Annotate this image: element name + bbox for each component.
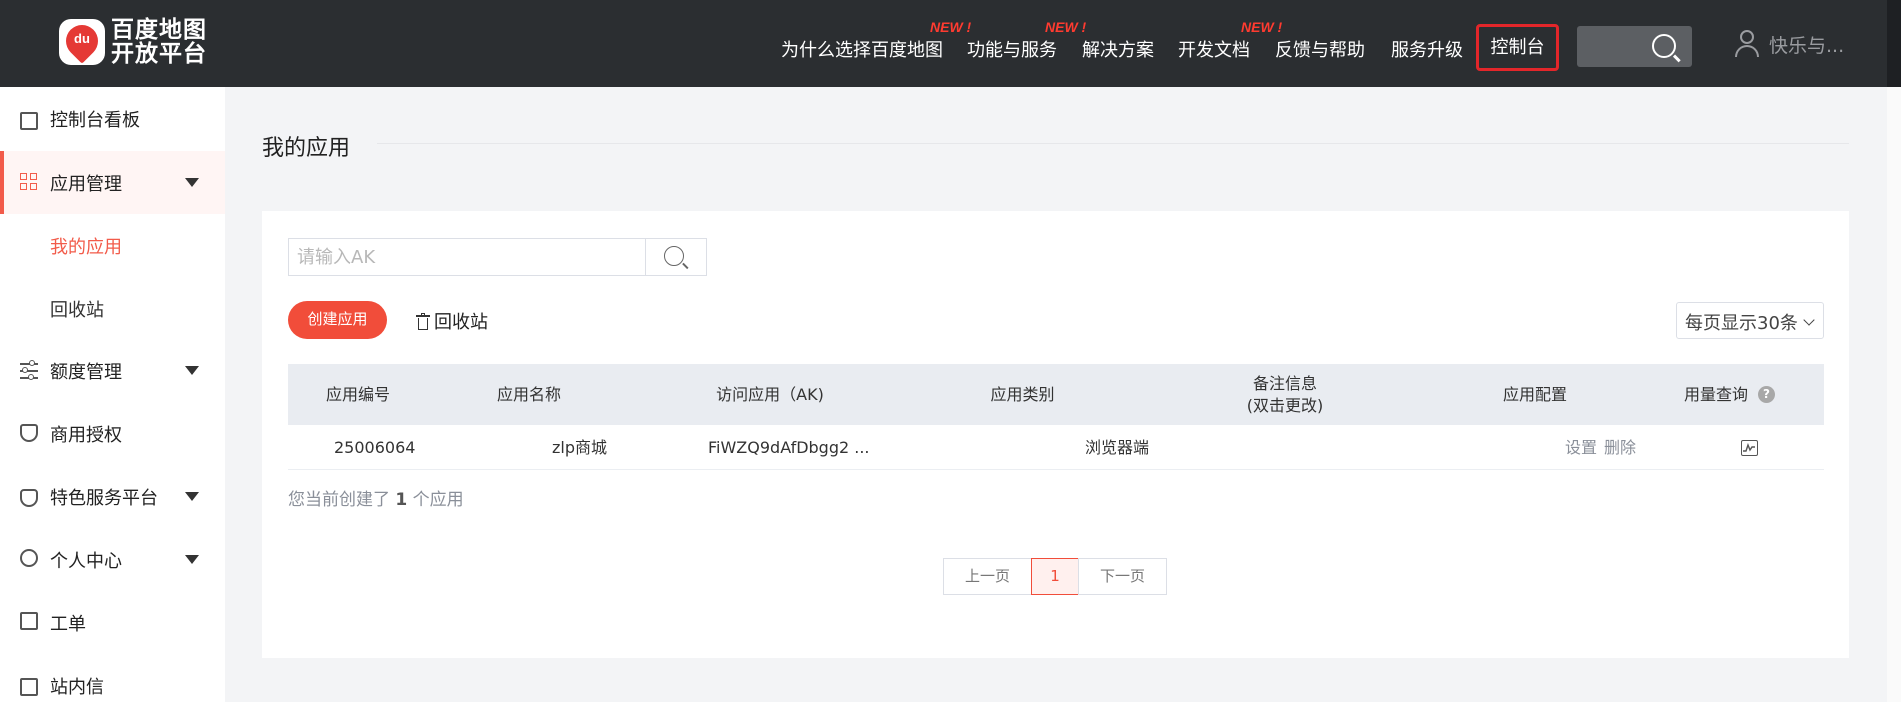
sidebar-item-label: 应用管理 (50, 173, 122, 195)
count-prefix: 您当前创建了 (288, 490, 390, 510)
mail-icon (20, 678, 38, 696)
sidebar-item-messages[interactable]: 站内信 (0, 654, 225, 702)
clipboard-icon (20, 612, 38, 630)
column-header: 应用名称 (496, 384, 561, 404)
column-header-remarks: 备注信息 (双击更改) (1135, 364, 1435, 425)
current-page-button[interactable]: 1 (1031, 558, 1079, 595)
sidebar-item-tickets[interactable]: 工单 (0, 591, 225, 654)
nav-features-services[interactable]: 功能与服务 (967, 36, 1057, 62)
logo-badge-text: du (74, 31, 90, 46)
sidebar-item-quota[interactable]: 额度管理 (0, 339, 225, 402)
search-icon (664, 246, 684, 266)
page-title: 我的应用 (262, 136, 351, 161)
nav-new-badge: NEW ! (930, 19, 972, 35)
scrollbar[interactable] (1887, 0, 1901, 87)
recycle-bin-button[interactable]: 回收站 (416, 308, 488, 334)
sidebar-item-label: 控制台看板 (50, 109, 140, 131)
logo-badge-icon: du (59, 18, 105, 65)
logo-line-1: 百度地图 (111, 17, 207, 43)
trash-icon (416, 312, 430, 330)
nav-new-badge: NEW ! (1045, 19, 1087, 35)
nav-feedback-help[interactable]: 反馈与帮助 (1275, 36, 1365, 62)
prev-page-button[interactable]: 上一页 (943, 558, 1032, 595)
nav-dev-docs[interactable]: 开发文档 (1178, 36, 1250, 62)
app-name-cell: zlp商城 (552, 438, 608, 457)
caret-down-icon (185, 178, 199, 187)
nav-solutions[interactable]: 解决方案 (1082, 36, 1154, 62)
sidebar-subitem-my-apps[interactable]: 我的应用 (50, 233, 122, 259)
user-icon (1735, 30, 1759, 58)
sidebar-item-label: 特色服务平台 (50, 487, 158, 509)
sidebar-item-dashboard[interactable]: 控制台看板 (0, 87, 225, 150)
count-value: 1 (395, 490, 408, 510)
nav-new-badge: NEW ! (1241, 19, 1283, 35)
sidebar-item-label: 额度管理 (50, 361, 122, 383)
column-header-usage: 用量查询 ? (1635, 364, 1824, 425)
caret-down-icon (185, 366, 199, 375)
person-icon (20, 549, 38, 567)
count-suffix: 个应用 (412, 490, 464, 510)
search-icon (1652, 34, 1676, 58)
column-header: 用量查询 (1683, 384, 1748, 404)
ak-search-input[interactable] (288, 238, 646, 276)
app-count-summary: 您当前创建了 1 个应用 (288, 485, 464, 510)
sidebar-item-commercial-license[interactable]: 商用授权 (0, 402, 225, 465)
title-divider (377, 143, 1849, 144)
sliders-icon (20, 360, 38, 380)
sidebar-item-label: 工单 (50, 613, 86, 635)
help-icon[interactable]: ? (1758, 386, 1775, 403)
app-id-cell: 25006064 (334, 438, 416, 457)
nav-service-upgrade[interactable]: 服务升级 (1391, 36, 1463, 62)
sidebar-item-label: 站内信 (50, 676, 104, 698)
logo-line-2: 开放平台 (111, 41, 207, 67)
sidebar-item-label: 个人中心 (50, 550, 122, 572)
diamond-icon (20, 489, 38, 507)
app-ak-cell[interactable]: FiWZQ9dAfDbgg2 ... (708, 425, 870, 470)
settings-link[interactable]: 设置 (1565, 425, 1597, 470)
nav-console-button[interactable]: 控制台 (1476, 24, 1559, 71)
chevron-down-icon (1803, 314, 1815, 326)
user-menu[interactable]: 快乐与... (1735, 30, 1844, 58)
top-navigation-bar: du 百度地图 开放平台 为什么选择百度地图 NEW ! 功能与服务 NEW !… (0, 0, 1901, 87)
sidebar-item-app-management[interactable]: 应用管理 (0, 151, 225, 214)
sidebar-subitem-recycle-bin[interactable]: 回收站 (50, 296, 104, 322)
column-header: 应用编号 (325, 384, 390, 404)
column-header: 应用配置 (1502, 384, 1567, 404)
app-category-cell: 浏览器端 (1085, 438, 1150, 457)
recycle-bin-label: 回收站 (434, 312, 488, 333)
caret-down-icon (185, 555, 199, 564)
sidebar-item-label: 商用授权 (50, 424, 122, 446)
per-page-value: 每页显示30条 (1685, 313, 1798, 334)
column-header: 应用类别 (990, 384, 1055, 404)
table-header: 应用编号 应用名称 访问应用（AK) 应用类别 备注信息 (双击更改) 应用配置… (288, 364, 1824, 425)
column-header-hint: (双击更改) (1246, 395, 1324, 415)
next-page-button[interactable]: 下一页 (1078, 558, 1167, 595)
caret-down-icon (185, 492, 199, 501)
pagination: 上一页 1 下一页 (943, 558, 1167, 595)
table-row: 25006064 zlp商城 FiWZQ9dAfDbgg2 ... 浏览器端 设… (288, 425, 1824, 470)
scrollbar-track[interactable] (1887, 87, 1901, 702)
baidu-map-logo[interactable]: du 百度地图 开放平台 (59, 18, 207, 66)
sidebar-item-featured-services[interactable]: 特色服务平台 (0, 465, 225, 528)
column-header: 备注信息 (1252, 373, 1317, 393)
create-app-button[interactable]: 创建应用 (288, 301, 387, 339)
sidebar-item-personal-center[interactable]: 个人中心 (0, 528, 225, 591)
logo-text: 百度地图 开放平台 (111, 18, 207, 66)
column-header: 访问应用（AK) (716, 384, 824, 404)
shield-icon (20, 424, 38, 442)
user-name: 快乐与... (1769, 34, 1845, 57)
sidebar: 控制台看板 应用管理 我的应用 回收站 额度管理 商用授权 特色服务平台 个人中… (0, 87, 225, 702)
nav-why-baidu-map[interactable]: 为什么选择百度地图 (781, 36, 943, 62)
header-search-button[interactable] (1577, 26, 1692, 67)
grid-icon (20, 173, 38, 191)
per-page-select[interactable]: 每页显示30条 (1676, 302, 1824, 339)
usage-chart-icon[interactable] (1741, 440, 1758, 456)
dashboard-card-icon (20, 112, 38, 130)
delete-link[interactable]: 删除 (1604, 425, 1636, 470)
ak-search-button[interactable] (645, 238, 707, 276)
